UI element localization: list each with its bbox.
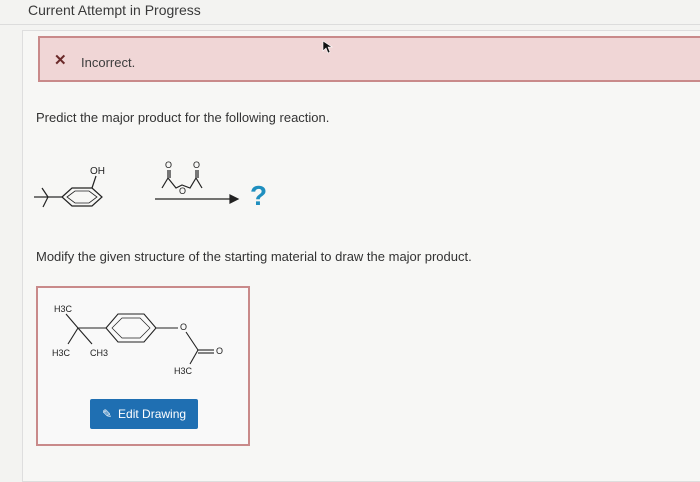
ester-oxygen-label: O	[180, 322, 187, 332]
oh-bond	[91, 175, 97, 189]
reagent-oxygen-label: O	[179, 186, 186, 196]
unknown-product-mark: ?	[250, 180, 268, 211]
x-icon: ✕	[54, 52, 67, 69]
question-prompt: Predict the major product for the follow…	[36, 110, 330, 125]
methyl-bond	[67, 327, 79, 345]
mouse-cursor-icon	[322, 40, 333, 54]
reagent-oxygen-label: O	[193, 160, 200, 170]
reaction-scheme: OH O O O	[34, 160, 240, 208]
h3c-label: H3C	[52, 348, 71, 358]
tbutyl-bond	[41, 187, 49, 198]
edit-drawing-label: Edit Drawing	[118, 407, 187, 421]
instructions-text: Modify the given structure of the starti…	[36, 249, 472, 264]
tbutyl-bond	[42, 196, 49, 208]
alert-message: Incorrect.	[81, 55, 136, 70]
pencil-icon: ✎	[101, 407, 113, 421]
methyl-bond	[77, 327, 93, 345]
edit-drawing-button[interactable]: ✎ Edit Drawing	[90, 399, 198, 429]
starting-material-structure: H3C H3C CH3 O H3C O	[52, 304, 223, 376]
structure-drawing-area[interactable]: H3C H3C CH3 O H3C O ✎ Edit Drawing	[36, 286, 250, 446]
ch3-label: CH3	[90, 348, 108, 358]
incorrect-alert: ✕ Incorrect.	[38, 36, 700, 82]
ester-bond	[185, 331, 199, 351]
h3c-label: H3C	[54, 304, 73, 314]
carbonyl-oxygen-label: O	[216, 346, 223, 356]
benzene-inner-ring	[66, 190, 98, 204]
benzene-inner-ring	[111, 317, 151, 339]
h3c-label: H3C	[174, 366, 193, 376]
oh-label: OH	[90, 166, 105, 177]
methyl-bond	[65, 313, 79, 329]
reagent-oxygen-label: O	[165, 160, 172, 170]
reaction-arrow-head	[229, 194, 240, 204]
page-title: Current Attempt in Progress	[28, 2, 201, 18]
methyl-bond	[189, 349, 199, 365]
header-divider	[0, 24, 700, 25]
